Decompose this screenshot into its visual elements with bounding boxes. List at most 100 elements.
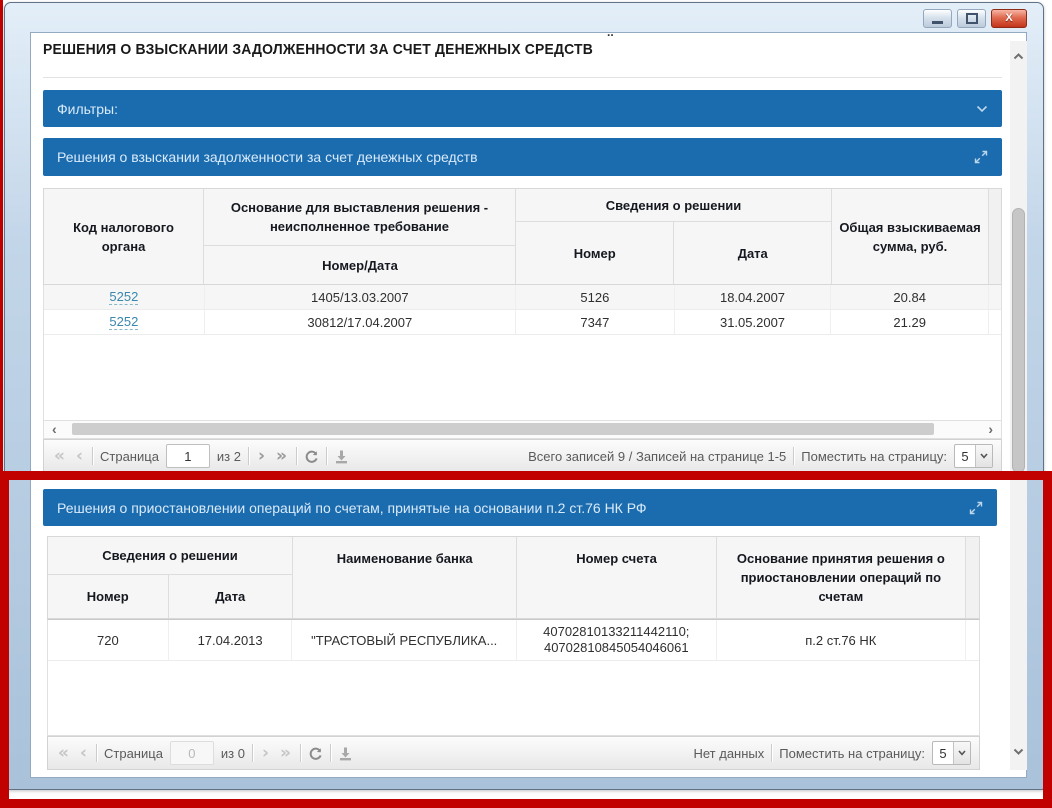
column-header-decision-number[interactable]: Номер (516, 222, 675, 284)
expand-icon[interactable] (974, 150, 988, 164)
grid2-body: 720 17.04.2013 "ТРАСТОВЫЙ РЕСПУБЛИКА... … (47, 619, 980, 736)
cell-number: 7347 (516, 310, 675, 334)
per-page-select[interactable]: 5 (932, 741, 971, 765)
toolbar-separator (92, 447, 93, 465)
no-data-status: Нет данных (693, 745, 765, 761)
next-page-button[interactable]: › (256, 447, 267, 465)
first-page-button[interactable]: « (56, 744, 71, 762)
page: X .. РЕШЕНИЯ О ВЗЫСКАНИИ ЗАДОЛЖЕННОСТИ З… (0, 0, 1052, 808)
grid1-body: 5252 1405/13.03.2007 5126 18.04.2007 20.… (43, 285, 1002, 421)
refresh-button[interactable] (308, 746, 323, 761)
column-header-suspension-basis[interactable]: Основание принятия решения о приостановл… (717, 537, 966, 618)
cell-cutoff (989, 285, 1001, 309)
last-page-button[interactable]: » (278, 744, 293, 762)
scroll-down-icon[interactable] (1013, 742, 1024, 760)
cell-basis: 30812/17.04.2007 (205, 310, 516, 334)
cell-basis: п.2 ст.76 НК (717, 620, 967, 660)
refresh-button[interactable] (304, 449, 319, 464)
horizontal-scrollbar[interactable]: ‹ › (43, 421, 1002, 439)
cell-cutoff (966, 620, 979, 660)
select-chevron-icon (953, 742, 970, 764)
cell-date: 18.04.2007 (675, 285, 832, 309)
column-header-tax-code[interactable]: Код налогового органа (44, 189, 204, 284)
toolbar-separator (248, 447, 249, 465)
column-header-basis-group[interactable]: Основание для выставления решения - неис… (203, 189, 515, 246)
cell-number: 5126 (516, 285, 675, 309)
toolbar-separator (326, 447, 327, 465)
per-page-label: Поместить на страницу: (779, 745, 925, 761)
column-header-decision-number[interactable]: Номер (48, 575, 169, 618)
column-header-cutoff (989, 189, 1001, 284)
page-number-input[interactable] (165, 444, 210, 468)
column-header-bank-name[interactable]: Наименование банка (293, 537, 518, 618)
column-header-decision-info[interactable]: Сведения о решении (515, 189, 831, 222)
cell-sum: 21.29 (831, 310, 990, 334)
vertical-scrollbar[interactable] (1010, 41, 1027, 770)
column-header-decision-date[interactable]: Дата (674, 222, 831, 284)
column-header-basis-sub[interactable]: Номер/Дата (204, 246, 516, 284)
select-chevron-icon (975, 445, 992, 467)
column-header-decision-info[interactable]: Сведения о решении (48, 537, 292, 575)
horizontal-scrollbar-thumb[interactable] (72, 423, 934, 435)
download-button[interactable] (338, 746, 353, 761)
download-button[interactable] (334, 449, 349, 464)
section2-title: Решения о приостановлении операций по сч… (57, 499, 647, 516)
toolbar-separator (300, 744, 301, 762)
filters-panel-header[interactable]: Фильтры: (43, 90, 1002, 127)
per-page-value: 5 (961, 448, 969, 464)
close-icon: X (1005, 12, 1013, 24)
cell-tax-code: 5252 (44, 285, 205, 309)
window-titlebar[interactable]: X (5, 3, 1043, 31)
page-number-input[interactable] (169, 741, 214, 765)
grid2-paging-toolbar: « ‹ Страница из 0 › » (47, 736, 980, 770)
prev-page-button[interactable]: ‹ (74, 447, 85, 465)
tax-code-link[interactable]: 5252 (109, 314, 139, 330)
cell-date: 31.05.2007 (675, 310, 832, 334)
cell-sum: 20.84 (831, 285, 990, 309)
table-row[interactable]: 5252 1405/13.03.2007 5126 18.04.2007 20.… (44, 285, 1001, 310)
vertical-scrollbar-thumb[interactable] (1012, 208, 1025, 473)
first-page-button[interactable]: « (52, 447, 67, 465)
artifact-dots: .. (607, 25, 614, 39)
grid2-header: Сведения о решении Номер Дата Наименован… (47, 536, 980, 619)
cell-basis: 1405/13.03.2007 (205, 285, 516, 309)
scroll-up-icon[interactable] (1013, 47, 1024, 65)
cell-account: 40702810133211442110; 407028108450540460… (517, 620, 717, 660)
page-title: РЕШЕНИЯ О ВЗЫСКАНИИ ЗАДОЛЖЕННОСТИ ЗА СЧЕ… (43, 41, 594, 58)
cell-number: 720 (48, 620, 169, 660)
column-header-cutoff (965, 537, 979, 618)
per-page-select[interactable]: 5 (954, 444, 993, 468)
minimize-icon (932, 20, 943, 24)
next-page-button[interactable]: › (260, 744, 271, 762)
table-row[interactable]: 5252 30812/17.04.2007 7347 31.05.2007 21… (44, 310, 1001, 335)
column-group-decision-info: Сведения о решении Номер Дата (48, 537, 293, 618)
column-header-decision-date[interactable]: Дата (169, 575, 292, 618)
title-separator (43, 77, 1002, 78)
maximize-button[interactable] (957, 9, 986, 28)
column-header-account-number[interactable]: Номер счета (517, 537, 717, 618)
table-row[interactable]: 720 17.04.2013 "ТРАСТОВЫЙ РЕСПУБЛИКА... … (48, 620, 979, 661)
prev-page-button[interactable]: ‹ (78, 744, 89, 762)
close-button[interactable]: X (991, 9, 1027, 28)
scroll-right-icon[interactable]: › (988, 421, 993, 437)
column-header-total-sum[interactable]: Общая взыскиваемая сумма, руб. (832, 189, 989, 284)
scroll-left-icon[interactable]: ‹ (52, 421, 57, 437)
per-page-label: Поместить на страницу: (801, 448, 947, 464)
annotation-left-line (0, 0, 3, 808)
per-page-value: 5 (939, 745, 947, 761)
records-summary: Всего записей 9 / Записей на странице 1-… (528, 448, 787, 464)
minimize-button[interactable] (923, 9, 952, 28)
toolbar-separator (252, 744, 253, 762)
section2-header[interactable]: Решения о приостановлении операций по сч… (43, 489, 997, 526)
last-page-button[interactable]: » (274, 447, 289, 465)
refresh-icon (309, 747, 322, 760)
maximize-icon (965, 13, 978, 24)
cell-cutoff (989, 310, 1001, 334)
tax-code-link[interactable]: 5252 (109, 289, 139, 305)
grid1-header: Код налогового органа Основание для выст… (43, 188, 1002, 285)
toolbar-separator (96, 744, 97, 762)
download-icon (340, 747, 351, 760)
section1-header[interactable]: Решения о взыскании задолженности за сче… (43, 138, 1002, 176)
expand-icon[interactable] (969, 501, 983, 515)
content-area: .. РЕШЕНИЯ О ВЗЫСКАНИИ ЗАДОЛЖЕННОСТИ ЗА … (30, 25, 1027, 778)
